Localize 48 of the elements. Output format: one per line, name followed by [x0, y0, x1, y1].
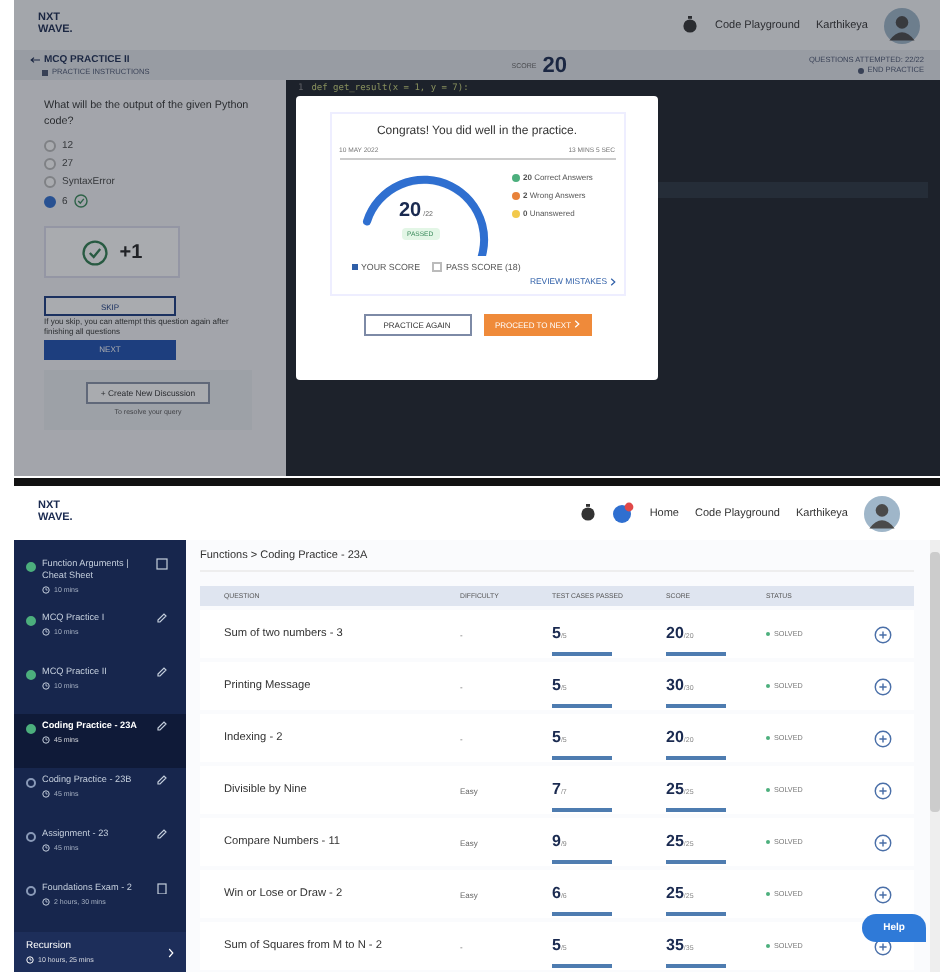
avatar[interactable] — [884, 7, 920, 43]
check-icon — [81, 239, 108, 266]
legend-swatch — [351, 264, 357, 270]
clock-icon — [42, 790, 50, 798]
clock-icon — [42, 628, 50, 636]
clock-icon — [42, 585, 50, 594]
timer-icon[interactable] — [579, 504, 596, 522]
result-points: +1 — [119, 241, 143, 264]
expand-icon[interactable] — [874, 833, 892, 851]
clock-icon — [42, 682, 50, 690]
clock-icon — [42, 844, 50, 852]
chevron-icon — [609, 277, 615, 285]
legend-swatch — [432, 262, 443, 272]
notification-icon[interactable] — [611, 502, 634, 524]
check-icon — [73, 194, 88, 209]
timer-icon[interactable] — [682, 16, 699, 34]
stop-icon — [857, 67, 864, 73]
clock-icon — [42, 736, 50, 744]
expand-icon[interactable] — [874, 729, 892, 747]
clock-icon — [42, 898, 50, 906]
score-value: 20 — [399, 200, 422, 222]
radio-button[interactable] — [44, 176, 56, 189]
avatar[interactable] — [864, 495, 900, 531]
back-arrow-icon[interactable] — [30, 56, 40, 64]
expand-icon[interactable] — [874, 885, 892, 903]
pencil-icon — [156, 720, 168, 732]
pencil-icon — [156, 666, 168, 678]
status-dot-icon — [511, 173, 519, 181]
chevron-icon — [168, 947, 174, 957]
expand-icon[interactable] — [874, 781, 892, 799]
radio-button[interactable] — [44, 158, 56, 171]
expand-icon[interactable] — [874, 625, 892, 643]
radio-button[interactable] — [44, 195, 56, 208]
status-dot-icon — [511, 209, 519, 217]
pencil-icon — [156, 612, 168, 624]
document-icon — [42, 69, 48, 75]
pencil-icon — [156, 774, 168, 786]
document-icon — [156, 558, 168, 570]
radio-button[interactable] — [44, 140, 56, 153]
score-value: 20 — [542, 53, 567, 77]
clock-icon — [26, 956, 34, 964]
clipboard-icon — [156, 882, 168, 894]
pencil-icon — [156, 828, 168, 840]
expand-icon[interactable] — [874, 937, 892, 955]
scrollbar[interactable] — [930, 540, 940, 972]
expand-icon[interactable] — [874, 677, 892, 695]
chevron-icon — [573, 320, 580, 328]
status-dot-icon — [511, 191, 519, 199]
